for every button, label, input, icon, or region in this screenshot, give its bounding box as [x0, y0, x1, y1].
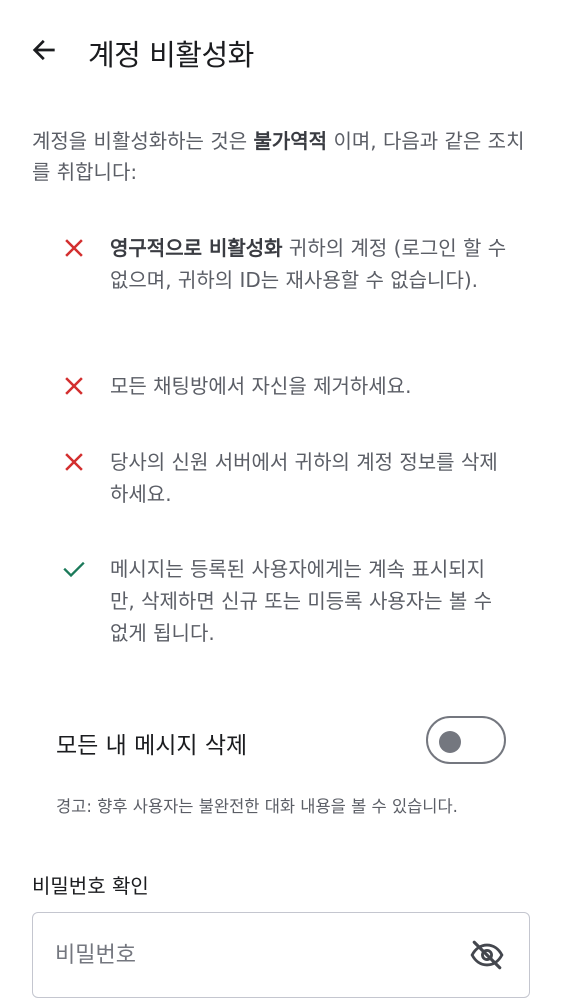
x-icon: [65, 377, 83, 395]
check-icon: [63, 561, 85, 578]
password-confirm-label: 비밀번호 확인: [32, 874, 149, 898]
intro-text: 계정을 비활성화하는 것은 불가역적 이며, 다음과 같은 조치를 취합니다:: [32, 126, 532, 188]
consequence-text: 메시지는 등록된 사용자에게는 계속 표시되지만, 삭제하면 신규 또는 미등록…: [110, 557, 493, 645]
delete-messages-label: 모든 내 메시지 삭제: [56, 733, 248, 759]
consequence-item-remove-rooms: 모든 채팅방에서 자신을 제거하세요.: [62, 370, 512, 402]
warning-text: 경고: 향후 사용자는 불완전한 대화 내용을 볼 수 있습니다.: [56, 797, 458, 816]
page-title: 계정 비활성화: [88, 38, 254, 72]
delete-messages-row[interactable]: 모든 내 메시지 삭제: [56, 714, 508, 768]
delete-messages-switch[interactable]: [426, 716, 506, 764]
switch-thumb: [439, 731, 461, 753]
back-button[interactable]: [24, 30, 64, 70]
eye-off-icon: [470, 940, 504, 970]
top-app-bar: 계정 비활성화: [0, 0, 562, 104]
consequence-text: 모든 채팅방에서 자신을 제거하세요.: [110, 374, 412, 398]
consequence-bold: 영구적으로 비활성화: [110, 236, 283, 260]
consequence-text: 영구적으로 비활성화 귀하의 계정 (로그인 할 수 없으며, 귀하의 ID는 …: [110, 232, 508, 296]
consequence-item-delete-identity: 당사의 신원 서버에서 귀하의 계정 정보를 삭제하세요.: [62, 446, 512, 510]
password-visibility-toggle[interactable]: [467, 935, 507, 975]
password-input[interactable]: [55, 933, 455, 977]
consequence-item-permanent-deactivate: 영구적으로 비활성화 귀하의 계정 (로그인 할 수 없으며, 귀하의 ID는 …: [62, 232, 512, 296]
intro-before: 계정을 비활성화하는 것은: [32, 129, 254, 153]
intro-bold: 불가역적: [253, 129, 328, 153]
x-icon: [65, 453, 83, 471]
consequence-item-messages-visible: 메시지는 등록된 사용자에게는 계속 표시되지만, 삭제하면 신규 또는 미등록…: [62, 553, 512, 649]
password-field[interactable]: [32, 912, 530, 998]
x-icon: [65, 239, 83, 257]
arrow-left-icon: [32, 39, 55, 61]
consequence-text: 당사의 신원 서버에서 귀하의 계정 정보를 삭제하세요.: [110, 450, 498, 506]
